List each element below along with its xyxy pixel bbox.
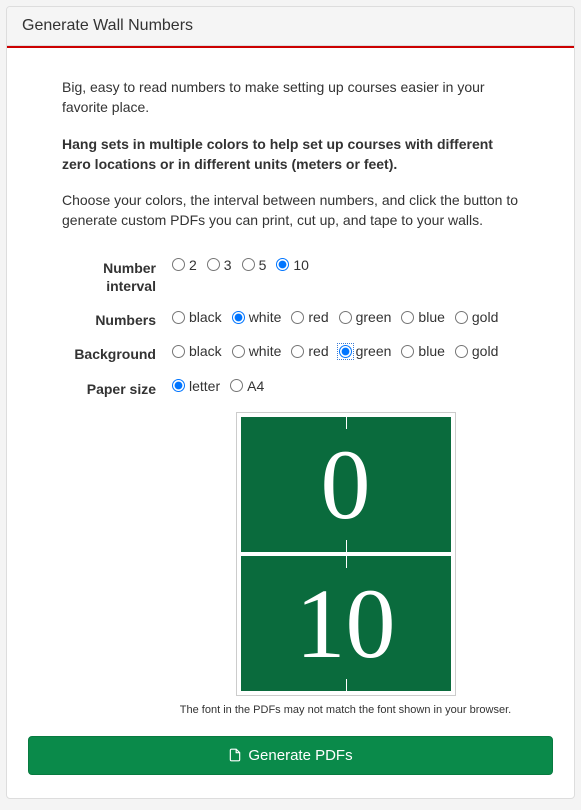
radio-bg-white[interactable]: white bbox=[232, 343, 282, 359]
row-numbers-color: Numbers black white red green blue gold bbox=[62, 309, 519, 329]
radio-paper-letter[interactable]: letter bbox=[172, 378, 220, 394]
radio-input[interactable] bbox=[232, 345, 245, 358]
preview-box: 0 10 bbox=[236, 412, 456, 696]
preview-card-second: 10 bbox=[241, 556, 451, 691]
radio-numbers-blue[interactable]: blue bbox=[401, 309, 444, 325]
radio-numbers-white[interactable]: white bbox=[232, 309, 282, 325]
radio-interval-10[interactable]: 10 bbox=[276, 257, 309, 273]
radio-bg-black[interactable]: black bbox=[172, 343, 222, 359]
radio-input[interactable] bbox=[339, 345, 352, 358]
tick-top bbox=[346, 556, 347, 568]
content: Big, easy to read numbers to make settin… bbox=[22, 77, 559, 736]
radio-input[interactable] bbox=[276, 258, 289, 271]
panel: Generate Wall Numbers Big, easy to read … bbox=[6, 6, 575, 799]
radio-input[interactable] bbox=[242, 258, 255, 271]
row-background-color: Background black white red green blue go… bbox=[62, 343, 519, 363]
radio-input[interactable] bbox=[232, 311, 245, 324]
radio-interval-5[interactable]: 5 bbox=[242, 257, 267, 273]
label-background-color: Background bbox=[62, 343, 172, 363]
font-note: The font in the PDFs may not match the f… bbox=[180, 704, 511, 716]
intro-text-3: Choose your colors, the interval between… bbox=[62, 190, 519, 231]
label-number-interval: Number interval bbox=[62, 257, 172, 295]
options-paper-size: letter A4 bbox=[172, 378, 519, 394]
radio-input[interactable] bbox=[172, 379, 185, 392]
radio-input[interactable] bbox=[401, 311, 414, 324]
radio-input[interactable] bbox=[291, 345, 304, 358]
radio-numbers-gold[interactable]: gold bbox=[455, 309, 498, 325]
radio-input[interactable] bbox=[172, 345, 185, 358]
options-number-interval: 2 3 5 10 bbox=[172, 257, 519, 273]
options-numbers-color: black white red green blue gold bbox=[172, 309, 519, 325]
row-number-interval: Number interval 2 3 5 10 bbox=[62, 257, 519, 295]
options-background-color: black white red green blue gold bbox=[172, 343, 519, 359]
intro-text-1: Big, easy to read numbers to make settin… bbox=[62, 77, 519, 118]
radio-numbers-green[interactable]: green bbox=[339, 309, 392, 325]
tick-bottom bbox=[346, 540, 347, 552]
row-paper-size: Paper size letter A4 bbox=[62, 378, 519, 398]
radio-input[interactable] bbox=[291, 311, 304, 324]
preview-number-first: 0 bbox=[321, 427, 371, 542]
tick-top bbox=[346, 417, 347, 429]
page-title: Generate Wall Numbers bbox=[22, 17, 559, 35]
radio-input[interactable] bbox=[455, 345, 468, 358]
radio-input[interactable] bbox=[339, 311, 352, 324]
radio-interval-3[interactable]: 3 bbox=[207, 257, 232, 273]
preview-number-second: 10 bbox=[296, 566, 396, 681]
pdf-icon bbox=[228, 748, 242, 762]
label-numbers-color: Numbers bbox=[62, 309, 172, 329]
radio-paper-a4[interactable]: A4 bbox=[230, 378, 264, 394]
panel-header: Generate Wall Numbers bbox=[7, 7, 574, 46]
preview-card-first: 0 bbox=[241, 417, 451, 552]
radio-bg-green[interactable]: green bbox=[339, 343, 392, 359]
radio-input[interactable] bbox=[172, 311, 185, 324]
intro-text-2: Hang sets in multiple colors to help set… bbox=[62, 134, 519, 175]
radio-interval-2[interactable]: 2 bbox=[172, 257, 197, 273]
generate-pdfs-button[interactable]: Generate PDFs bbox=[28, 736, 553, 775]
radio-input[interactable] bbox=[172, 258, 185, 271]
radio-input[interactable] bbox=[455, 311, 468, 324]
radio-bg-gold[interactable]: gold bbox=[455, 343, 498, 359]
radio-bg-red[interactable]: red bbox=[291, 343, 328, 359]
generate-pdfs-label: Generate PDFs bbox=[248, 747, 352, 764]
radio-input[interactable] bbox=[401, 345, 414, 358]
radio-input[interactable] bbox=[207, 258, 220, 271]
label-paper-size: Paper size bbox=[62, 378, 172, 398]
radio-numbers-red[interactable]: red bbox=[291, 309, 328, 325]
radio-input[interactable] bbox=[230, 379, 243, 392]
tick-bottom bbox=[346, 679, 347, 691]
radio-numbers-black[interactable]: black bbox=[172, 309, 222, 325]
preview-wrap: 0 10 The font in the PDFs may not match … bbox=[172, 412, 519, 716]
radio-bg-blue[interactable]: blue bbox=[401, 343, 444, 359]
panel-body: Big, easy to read numbers to make settin… bbox=[7, 48, 574, 798]
